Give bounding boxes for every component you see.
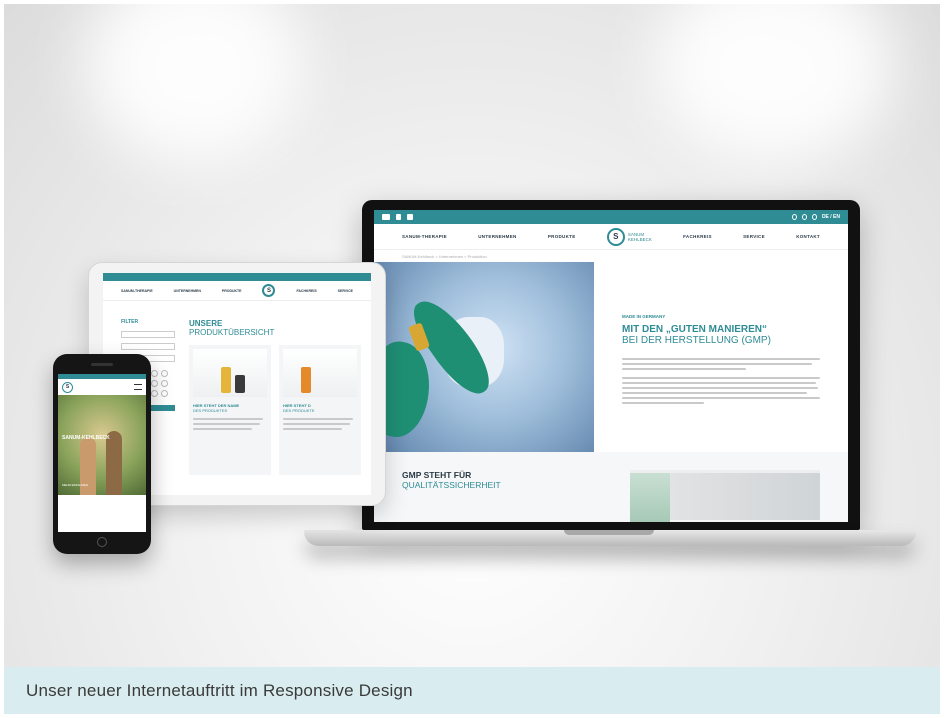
hero-kicker: MADE IN GERMANY — [622, 314, 666, 319]
phone-website: S SANUM-KEHLBECK MEHR ERFAHREN — [58, 374, 146, 532]
laptop-website: DE / EN SANUM-THERAPIE UNTERNEHMEN PRODU… — [374, 210, 848, 522]
filter-select[interactable] — [121, 343, 175, 350]
product-image — [283, 349, 357, 397]
account-icon[interactable] — [811, 214, 817, 220]
phone-logo-icon[interactable]: S — [62, 381, 73, 393]
user-icon[interactable] — [791, 214, 797, 220]
phone-more-link[interactable]: MEHR ERFAHREN — [62, 483, 88, 487]
menu-icon[interactable] — [134, 384, 142, 390]
filter-field[interactable] — [121, 331, 175, 338]
product-card-subtitle: DES PRODUKTE — [283, 408, 315, 413]
product-card[interactable]: HIER STEHT D DES PRODUKTE — [279, 345, 361, 475]
logo-text-line-2: KEHLBECK — [627, 236, 652, 242]
laptop-topbar: DE / EN — [374, 210, 848, 224]
lab-photo — [374, 262, 594, 452]
filter-title: FILTER — [121, 319, 139, 325]
hero-headline: MIT DEN „GUTEN MANIEREN“ — [622, 324, 767, 335]
production-photo — [630, 470, 820, 522]
tablet-logo-icon[interactable]: S — [262, 284, 276, 297]
product-overview-title: UNSERE — [189, 319, 223, 328]
product-image — [193, 349, 267, 397]
search-icon[interactable] — [801, 214, 807, 220]
nav-item-fachkreis[interactable]: FACHKREIS — [683, 234, 712, 239]
image-frame: DE / EN SANUM-THERAPIE UNTERNEHMEN PRODU… — [4, 4, 940, 714]
device-mockup-scene: DE / EN SANUM-THERAPIE UNTERNEHMEN PRODU… — [4, 4, 940, 667]
tablet-nav-sanum-therapie[interactable]: SANUM-THERAPIE — [121, 289, 153, 293]
product-card[interactable]: HIER STEHT DER NAME DES PRODUKTES — [189, 345, 271, 475]
product-overview-subtitle: PRODUKTÜBERSICHT — [189, 328, 275, 337]
nav-item-sanum-therapie[interactable]: SANUM-THERAPIE — [402, 234, 447, 239]
tablet-nav-unternehmen[interactable]: UNTERNEHMEN — [174, 289, 201, 293]
image-caption: Unser neuer Internetauftritt im Responsi… — [4, 667, 940, 714]
tablet-main-nav: SANUM-THERAPIE UNTERNEHMEN PRODUKTE S FA… — [103, 281, 371, 301]
phone-device: S SANUM-KEHLBECK MEHR ERFAHREN — [53, 354, 151, 554]
xing-icon[interactable] — [396, 214, 401, 220]
nav-item-service[interactable]: SERVICE — [743, 234, 765, 239]
laptop-main-nav: SANUM-THERAPIE UNTERNEHMEN PRODUKTE S SA… — [374, 224, 848, 250]
caption-text: Unser neuer Internetauftritt im Responsi… — [26, 680, 413, 700]
sanum-logo-icon: S — [606, 227, 625, 246]
phone-hero-photo: SANUM-KEHLBECK MEHR ERFAHREN — [58, 395, 146, 495]
linkedin-icon[interactable] — [407, 214, 413, 220]
section-title: GMP STEHT FÜR — [402, 470, 472, 480]
breadcrumb[interactable]: SANUM-Kehlbeck > Unternehmen > Produktio… — [374, 250, 848, 262]
hero-subheadline: BEI DER HERSTELLUNG (GMP) — [622, 335, 771, 346]
laptop-screen: DE / EN SANUM-THERAPIE UNTERNEHMEN PRODU… — [362, 200, 860, 530]
hero-section: MADE IN GERMANY MIT DEN „GUTEN MANIEREN“… — [374, 262, 848, 452]
sanum-logo[interactable]: S SANUM KEHLBECK — [606, 227, 652, 246]
language-switch[interactable]: DE / EN — [822, 214, 840, 220]
tablet-nav-produkte[interactable]: PRODUKTE — [222, 289, 242, 293]
nav-item-unternehmen[interactable]: UNTERNEHMEN — [478, 234, 516, 239]
tablet-nav-service[interactable]: SERVICE — [338, 289, 353, 293]
nav-item-produkte[interactable]: PRODUKTE — [548, 234, 576, 239]
product-card-subtitle: DES PRODUKTES — [193, 408, 228, 413]
tablet-nav-fachkreis[interactable]: FACHKREIS — [296, 289, 316, 293]
nav-item-kontakt[interactable]: KONTAKT — [796, 234, 820, 239]
section-subtitle: QUALITÄTSSICHERHEIT — [402, 480, 501, 490]
phone-home-button — [97, 537, 107, 547]
gmp-section: GMP STEHT FÜR QUALITÄTSSICHERHEIT — [374, 452, 848, 522]
phone-hero-text: SANUM-KEHLBECK — [62, 435, 110, 441]
youtube-icon[interactable] — [382, 214, 390, 220]
